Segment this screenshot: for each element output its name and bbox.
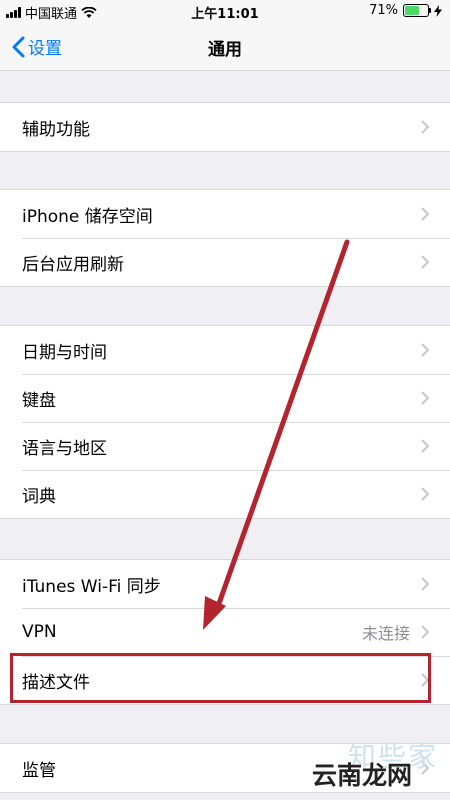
- watermark-brand: 云南龙网: [311, 761, 412, 790]
- annotation-arrow: [203, 239, 350, 630]
